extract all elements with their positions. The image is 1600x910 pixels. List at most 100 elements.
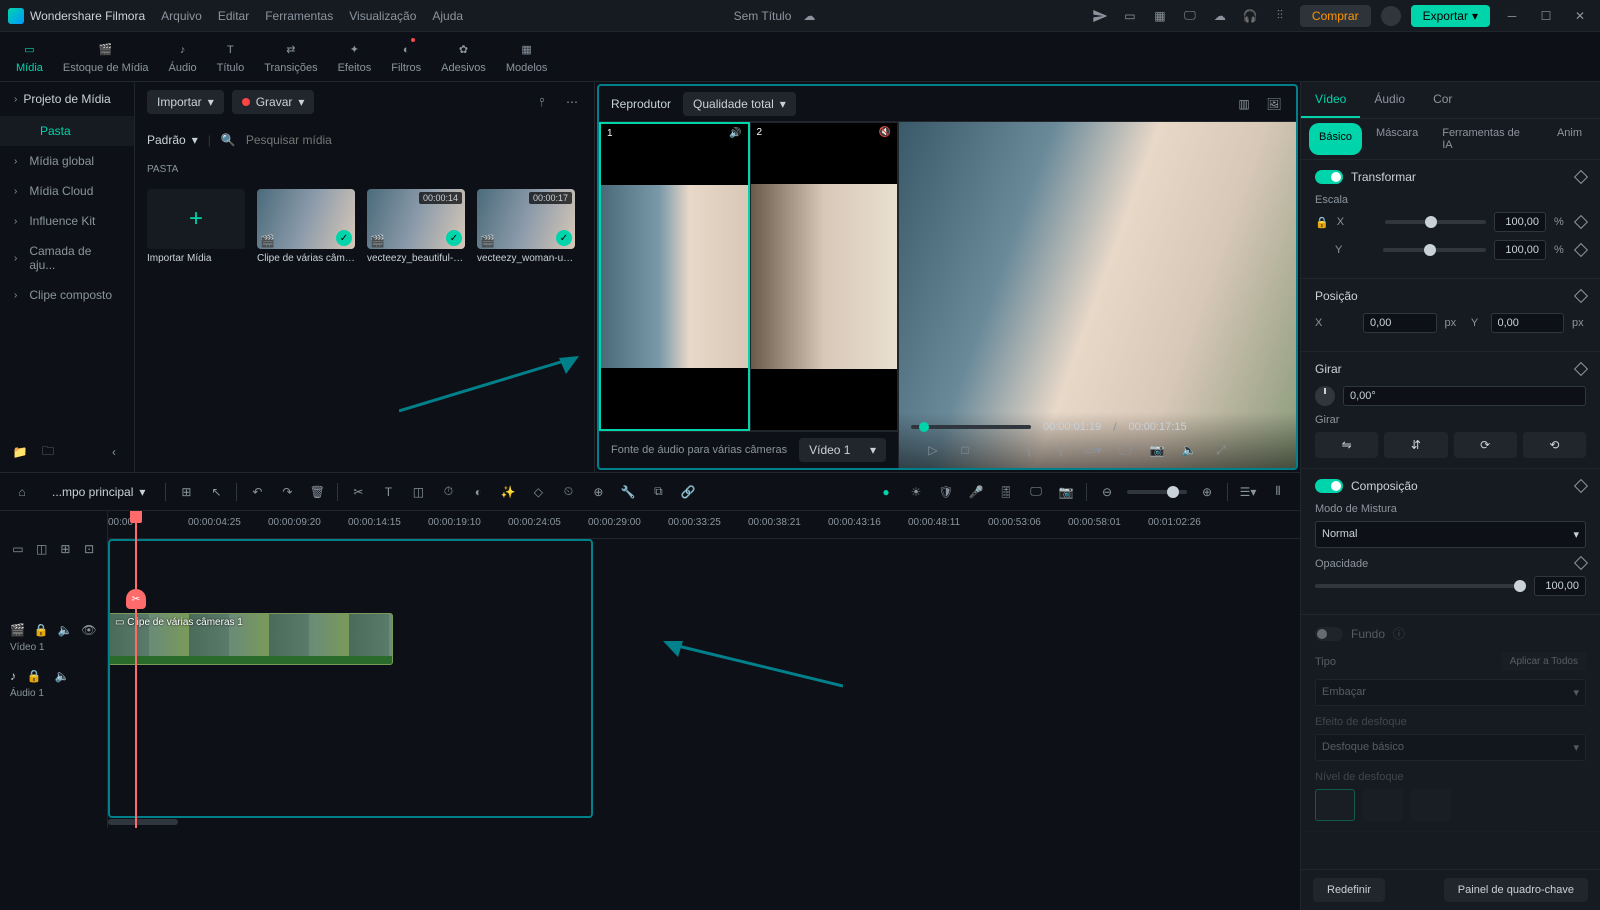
tab-audio[interactable]: ♪Áudio (169, 40, 197, 74)
flip-vertical-button[interactable]: ⇵ (1384, 432, 1447, 458)
info-icon[interactable]: ⓘ (1393, 625, 1405, 642)
list-view-icon[interactable]: ☰▾ (1238, 482, 1258, 502)
sidebar-item[interactable]: Camada de aju... (0, 236, 134, 280)
blur-preset-2[interactable] (1363, 789, 1403, 821)
link-icon[interactable]: 🔗 (678, 482, 698, 502)
rotate-keyframe-icon[interactable] (1574, 362, 1588, 376)
sidebar-item[interactable]: Mídia Cloud (0, 176, 134, 206)
waveform-icon[interactable]: ⫴ (1268, 482, 1288, 502)
timeline-content[interactable]: 00:0000:00:04:2500:00:09:2000:00:14:1500… (108, 511, 1300, 828)
menu-tools[interactable]: Ferramentas (265, 9, 333, 23)
subtab-mask[interactable]: Máscara (1366, 119, 1428, 159)
bg-type-select[interactable]: Embaçar▾ (1315, 679, 1586, 706)
menu-edit[interactable]: Editar (218, 9, 249, 23)
track-toggle-4[interactable]: ⊡ (81, 539, 97, 559)
cloud-icon[interactable]: ☁ (1210, 6, 1230, 26)
subtab-ai[interactable]: Ferramentas de IA (1432, 119, 1543, 159)
cloud-sync-icon[interactable]: ☁ (799, 6, 819, 26)
audio-source-dropdown[interactable]: Vídeo 1 ▾ (799, 438, 886, 462)
sort-dropdown[interactable]: Padrão ▾ (147, 133, 198, 147)
menu-view[interactable]: Visualização (349, 9, 416, 23)
zoom-out-icon[interactable]: ⊖ (1097, 482, 1117, 502)
delete-icon[interactable]: 🗑 (307, 482, 327, 502)
play-button[interactable]: ▷ (923, 440, 943, 460)
track-toggle-1[interactable]: ▭ (10, 539, 26, 559)
opacity-keyframe-icon[interactable] (1574, 556, 1588, 570)
text-icon[interactable]: T (378, 482, 398, 502)
minimize-button[interactable]: ─ (1500, 4, 1524, 28)
blur-preset-3[interactable] (1411, 789, 1451, 821)
screen-icon[interactable]: ▭ (1120, 6, 1140, 26)
background-toggle[interactable] (1315, 627, 1343, 641)
send-icon[interactable] (1090, 6, 1110, 26)
snapshot-settings-icon[interactable]: 🖼 (1264, 94, 1284, 114)
subtab-basic[interactable]: Básico (1309, 123, 1362, 155)
tab-adesivos[interactable]: ✿Adesivos (441, 40, 486, 74)
voiceover-icon[interactable]: 🎤 (966, 482, 986, 502)
menu-help[interactable]: Ajuda (432, 9, 463, 23)
fullscreen-icon[interactable]: ⤢ (1211, 440, 1231, 460)
tab-audio[interactable]: Áudio (1360, 82, 1419, 118)
pointer-icon[interactable]: ↖ (206, 482, 226, 502)
scissors-icon[interactable]: ✂ (126, 589, 146, 609)
media-item[interactable]: 00:00:14✓🎬vecteezy_beautiful-asi... (367, 189, 465, 264)
filter-icon[interactable]: ⫯ (532, 92, 552, 112)
tab-midia[interactable]: ▭Mídia (16, 40, 43, 74)
settings-gear-icon[interactable]: ☀ (906, 482, 926, 502)
home-icon[interactable]: ⌂ (12, 482, 32, 502)
monitor-icon[interactable]: 🖵 (1115, 440, 1135, 460)
buy-button[interactable]: Comprar (1300, 5, 1371, 27)
add-track-icon[interactable]: ⊕ (588, 482, 608, 502)
undo-icon[interactable]: ↶ (247, 482, 267, 502)
marker-timer-icon[interactable]: ⏲ (558, 482, 578, 502)
lock-video-icon[interactable]: 🔒 (33, 620, 49, 640)
volume-icon[interactable]: 🔈 (1179, 440, 1199, 460)
timeline-ruler[interactable]: 00:0000:00:04:2500:00:09:2000:00:14:1500… (108, 511, 1300, 539)
quality-dropdown[interactable]: Qualidade total ▾ (683, 92, 796, 116)
color-icon[interactable]: ◐ (468, 482, 488, 502)
sidebar-item[interactable]: Influence Kit (0, 206, 134, 236)
transform-toggle[interactable] (1315, 170, 1343, 184)
rotate-ccw-button[interactable]: ⟲ (1523, 432, 1586, 458)
media-item[interactable]: ✓🎬Clipe de várias câmeras... (257, 189, 355, 264)
timeline-scrollbar[interactable] (108, 818, 1300, 826)
enhance-icon[interactable]: ✨ (498, 482, 518, 502)
opacity-input[interactable] (1534, 576, 1586, 596)
scale-x-slider[interactable] (1385, 220, 1486, 224)
crop-icon[interactable]: ◫ (408, 482, 428, 502)
record-dropdown[interactable]: Gravar ▾ (232, 90, 315, 114)
import-media-card[interactable]: +Importar Mídia (147, 189, 245, 264)
render-icon[interactable]: ● (876, 482, 896, 502)
zoom-in-icon[interactable]: ⊕ (1197, 482, 1217, 502)
rotation-wheel[interactable] (1315, 386, 1335, 406)
reset-button[interactable]: Redefinir (1313, 878, 1385, 902)
redo-icon[interactable]: ↷ (277, 482, 297, 502)
lock-aspect-icon[interactable]: 🔒 (1315, 216, 1329, 229)
menu-file[interactable]: Arquivo (161, 9, 202, 23)
flip-horizontal-button[interactable]: ⇋ (1315, 432, 1378, 458)
mark-out-icon[interactable]: } (1051, 440, 1071, 460)
scale-x-input[interactable] (1494, 212, 1546, 232)
scale-x-keyframe[interactable] (1574, 215, 1588, 229)
tab-estoque[interactable]: 🎬Estoque de Mídia (63, 40, 149, 74)
cam-tile-2[interactable]: 2 🔇 (750, 122, 899, 431)
subtab-anim[interactable]: Anim (1547, 119, 1592, 159)
pos-y-input[interactable] (1491, 313, 1565, 333)
cam-tile-1[interactable]: 1 🔊 (599, 122, 750, 431)
hide-video-icon[interactable]: 👁 (81, 620, 97, 640)
new-bin-icon[interactable]: 🗀 (38, 442, 58, 462)
monitor2-icon[interactable]: 🖵 (1026, 482, 1046, 502)
close-button[interactable]: ✕ (1568, 4, 1592, 28)
playhead[interactable]: ✂ (135, 511, 137, 828)
blur-preset-1[interactable] (1315, 789, 1355, 821)
tab-titulo[interactable]: TTítulo (217, 40, 245, 74)
mark-in-icon[interactable]: { (1019, 440, 1039, 460)
collapse-sidebar-icon[interactable]: ‹ (104, 442, 124, 462)
lock-audio-icon[interactable]: 🔒 (24, 666, 44, 686)
media-item[interactable]: 00:00:17✓🎬vecteezy_woman-usin... (477, 189, 575, 264)
grid-icon[interactable]: ⊞ (176, 482, 196, 502)
composite-toggle[interactable] (1315, 479, 1343, 493)
tab-filtros[interactable]: ◐Filtros (391, 40, 421, 74)
layout-icon[interactable]: ▦ (1150, 6, 1170, 26)
snapshot-icon[interactable]: 📷 (1147, 440, 1167, 460)
